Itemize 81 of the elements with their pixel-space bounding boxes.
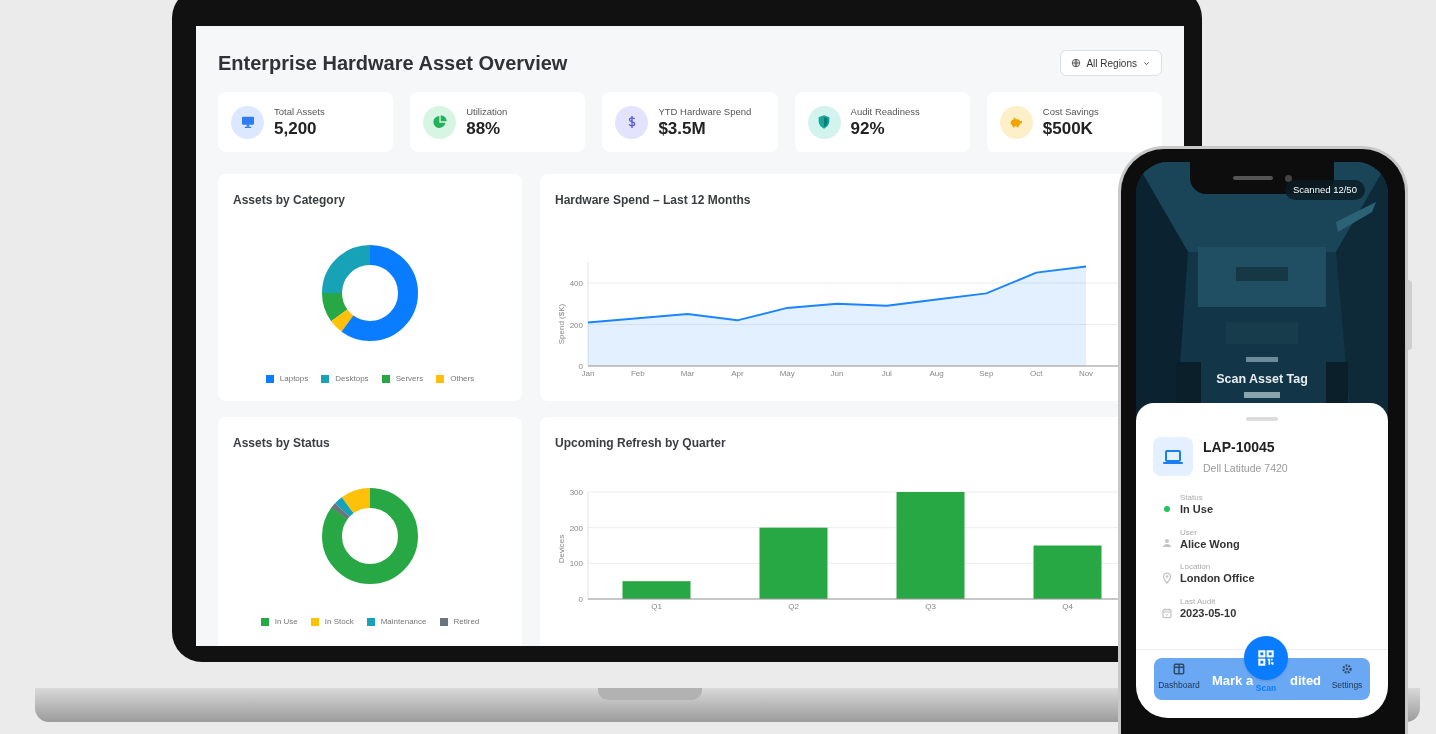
axis-tick-label: 0 [578, 595, 583, 604]
card-title: Hardware Spend – Last 12 Months [555, 192, 752, 209]
field-value: Alice Wong [1180, 537, 1240, 552]
card-title: Assets by Status [233, 435, 331, 452]
axis-tick-label: Jun [830, 369, 844, 378]
tab-label: Scan [1255, 682, 1277, 695]
axis-tick-label: Feb [630, 369, 645, 378]
asset-id: LAP-10045 [1203, 438, 1276, 457]
axis-tick-label: 100 [569, 559, 583, 569]
bar [622, 581, 691, 599]
dashboard-icon [1172, 662, 1186, 676]
field-value: In Use [1180, 502, 1213, 517]
axis-tick-label: Sep [979, 369, 994, 378]
axis-tick-label: 400 [569, 279, 583, 288]
axis-tick-label: May [779, 369, 795, 378]
gear-icon [1340, 662, 1354, 676]
legend-label: In Stock [324, 616, 354, 628]
button-label: dited [1290, 672, 1322, 690]
field-value: 2023-05-10 [1180, 607, 1237, 621]
bar [1033, 545, 1102, 599]
axis-tick-label: Apr [731, 369, 744, 378]
axis-tick-label: Oct [1029, 369, 1043, 378]
mark-audited-button[interactable] [1154, 658, 1370, 700]
calendar-icon [1161, 606, 1173, 619]
kpi-value: 5,200 [274, 120, 318, 138]
monitor-icon [239, 114, 256, 130]
kpi-value: $3.5M [658, 120, 707, 138]
field-label: User [1180, 527, 1198, 538]
kpi-label: Utilization [466, 106, 508, 117]
globe-icon [1071, 58, 1082, 68]
axis-tick-label: Q1 [651, 602, 662, 611]
kpi-value: $500K [1042, 120, 1094, 138]
legend-label: Servers [395, 373, 424, 385]
sheet-handle[interactable] [1246, 417, 1278, 421]
nav-tab[interactable]: Dashboard [1154, 662, 1204, 692]
axis-tick-label: Q3 [925, 602, 936, 611]
axis-tick-label: 200 [569, 320, 583, 330]
axis-tick-label: Aug [929, 369, 944, 378]
axis-tick-label: 200 [569, 523, 583, 533]
axis-title: Devices [557, 534, 566, 564]
axis-tick-label: Mar [680, 369, 695, 378]
page-title: Enterprise Hardware Asset Overview [218, 51, 568, 76]
axis-title: Spend ($K) [557, 303, 566, 345]
speaker-grille [1232, 176, 1273, 180]
legend-label: Desktops [335, 373, 369, 385]
field-label: Last Audit [1180, 597, 1217, 607]
axis-tick-label: Q4 [1062, 602, 1073, 611]
legend-label: In Use [274, 616, 298, 628]
field-value: London Office [1180, 572, 1255, 586]
pie-chart-icon [431, 114, 448, 130]
field-label: Location [1180, 562, 1212, 573]
scan-counter: Scanned 12/50 [1285, 180, 1365, 201]
legend-label: Others [450, 373, 475, 385]
region-dropdown[interactable]: All Regions [1060, 50, 1162, 76]
kpi-value: 92% [850, 120, 886, 138]
map-pin-icon [1161, 572, 1173, 585]
button-label: Mark a [1212, 672, 1254, 690]
legend-label: Maintenance [380, 616, 427, 628]
field-label: Status [1180, 492, 1204, 503]
kpi-label: Audit Readiness [850, 106, 920, 117]
nav-tab[interactable]: Settings [1322, 662, 1372, 692]
qr-code-icon [1256, 648, 1276, 668]
axis-tick-label: Q2 [788, 602, 799, 611]
user-icon [1161, 537, 1173, 550]
axis-tick-label: 0 [578, 362, 583, 371]
legend-label: Laptops [279, 373, 309, 385]
scan-prompt: Scan Asset Tag [1215, 371, 1309, 388]
axis-tick-label: Jul [881, 369, 892, 378]
kpi-value: 88% [466, 120, 502, 138]
axis-tick-label: Nov [1078, 369, 1094, 378]
kpi-label: YTD Hardware Spend [658, 106, 752, 117]
legend-label: Retired [453, 616, 480, 628]
kpi-label: Total Assets [274, 106, 325, 117]
card-title: Upcoming Refresh by Quarter [555, 435, 727, 452]
kpi-label: Cost Savings [1042, 106, 1099, 117]
bar [759, 527, 828, 599]
card-title: Assets by Category [233, 192, 347, 209]
axis-tick-label: 300 [569, 488, 583, 497]
axis-tick-label: Jan [581, 369, 595, 378]
asset-model: Dell Latitude 7420 [1203, 461, 1288, 476]
camera-lens [1284, 174, 1292, 182]
